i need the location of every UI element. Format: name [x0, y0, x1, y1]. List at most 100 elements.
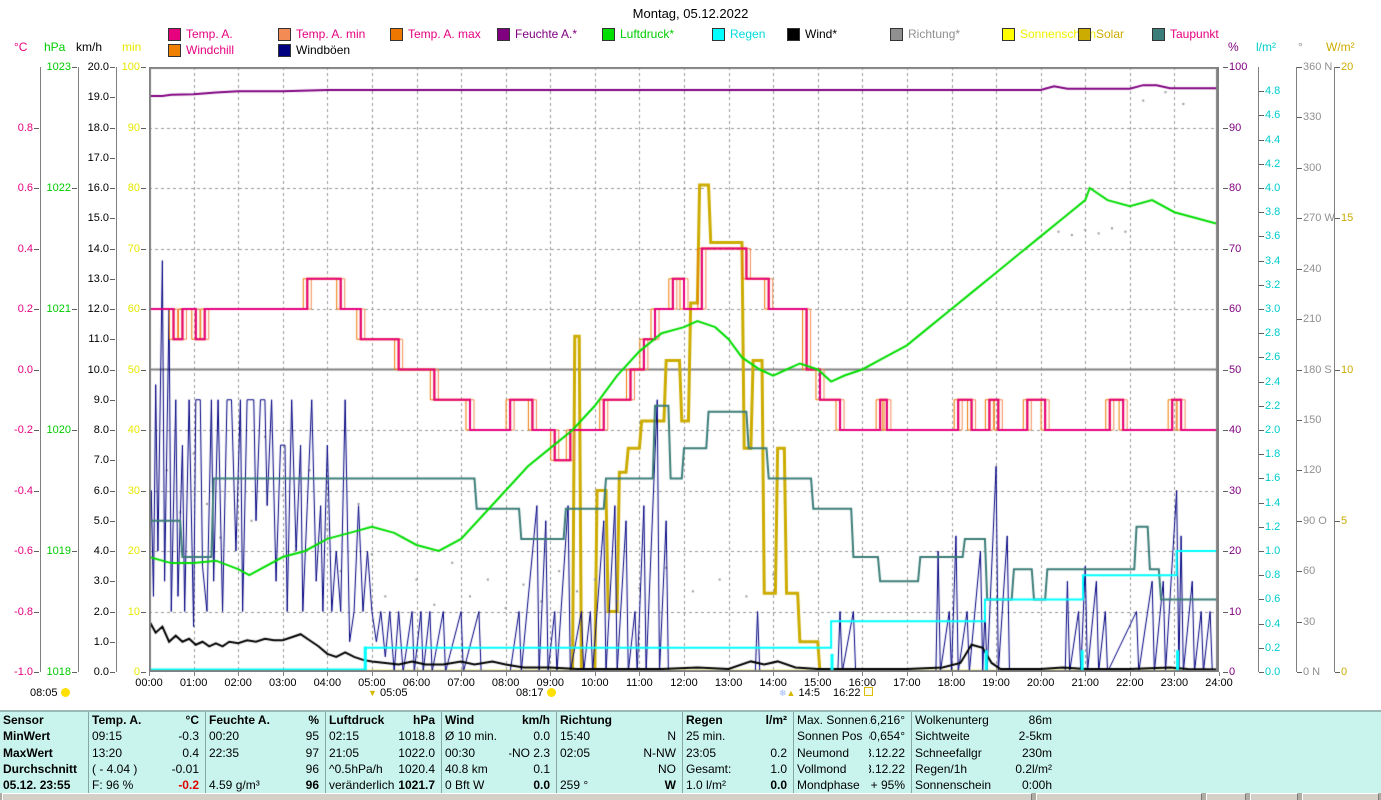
humidity-axis-tick [1223, 430, 1228, 431]
wind-axis-label: 7.0 [93, 454, 109, 467]
legend-label: Windböen [296, 43, 351, 57]
rain-axis-label: 2.0 [1265, 424, 1281, 436]
temp-axis-label: -0.8 [14, 605, 33, 618]
table-cell: 0.1 [533, 761, 550, 776]
solar-axis-label: 20 [1341, 61, 1354, 73]
direction-axis-tick [1297, 621, 1302, 623]
rain-axis-tick [1259, 357, 1264, 359]
table-cell: -0.2 [178, 777, 199, 792]
rain-axis-tick [1259, 284, 1264, 286]
direction-axis-tick [1297, 520, 1302, 522]
rain-axis-tick [1259, 672, 1264, 673]
rain-axis-tick [1259, 260, 1264, 262]
snowflake-icon: ❄ [779, 688, 787, 698]
wind-axis-label: 9.0 [93, 393, 109, 406]
pressure-axis-tick [72, 67, 77, 68]
x-axis-tick [461, 672, 463, 676]
wind-axis-label: 6.0 [93, 484, 109, 497]
temp-axis-label: 0.2 [17, 303, 33, 315]
x-axis-label: 02:00 [224, 677, 252, 689]
x-axis-tick [193, 672, 195, 676]
axis-caption-w-m: W/m² [1326, 40, 1355, 54]
temp-axis-label: 0.0 [17, 363, 33, 376]
pressure-axis-tick [72, 430, 77, 431]
rain-axis-label: 0.4 [1265, 617, 1281, 630]
rain-axis-tick [1259, 599, 1264, 601]
legend-item-windb-en: Windböen [278, 43, 350, 57]
rain-axis-label: 2.2 [1265, 399, 1281, 412]
legend-label: Temp. A. [186, 27, 233, 41]
rain-axis-tick [1259, 212, 1264, 214]
table-cell: 1021.7 [398, 777, 435, 792]
direction-axis-label: 60 [1303, 565, 1316, 578]
table-cell: 23.12.22 [869, 745, 905, 760]
rain-axis-label: 4.6 [1265, 109, 1281, 122]
temp-axis-tick [34, 188, 39, 189]
table-cell: 1020.4 [398, 761, 435, 776]
x-axis-tick [371, 672, 373, 676]
table-cell: 0.0 [533, 729, 550, 744]
axis-caption-min: min [122, 40, 142, 54]
pressure-axis-label: 1021 [46, 303, 71, 315]
wind-axis-tick [110, 430, 115, 431]
direction-axis-tick [1297, 117, 1302, 119]
wind-axis-label: 8.0 [93, 424, 109, 436]
humidity-axis-label: 10 [1229, 605, 1242, 618]
time-marker-16-22: 16:22 [833, 687, 873, 699]
legend-swatch-solar [1078, 27, 1091, 41]
solar-axis-label: 0 [1341, 666, 1348, 678]
solar-axis-tick [1335, 218, 1340, 220]
wind-axis-label: 12.0 [87, 303, 109, 315]
legend-item-luftdruck: Luftdruck* [602, 27, 674, 41]
axis-caption-: ° [1298, 40, 1303, 54]
up-arrow-icon: ▲ [786, 688, 796, 698]
rain-axis-label: 1.6 [1265, 472, 1281, 485]
x-axis-tick [550, 672, 552, 676]
rain-axis-tick [1259, 405, 1264, 407]
legend-swatch-feuchte-a [497, 27, 510, 41]
temp-axis-tick [34, 430, 39, 431]
table-cell: 86m [1028, 713, 1052, 728]
x-axis-label: 23:00 [1160, 677, 1189, 689]
table-cell: N-NW [643, 745, 676, 760]
table-cell: km/h [521, 713, 550, 728]
humidity-axis-tick [1223, 611, 1228, 613]
x-axis-tick [906, 672, 908, 676]
wind-axis-label: 3.0 [93, 575, 109, 588]
table-cell: Mondphase [793, 776, 869, 794]
table-cell: -0.3 [178, 729, 199, 744]
solar-axis-label: 15 [1341, 212, 1354, 225]
axis-caption-: % [1228, 40, 1239, 54]
sunshine-axis-tick [141, 67, 146, 68]
time-marker-label: 16:22 [833, 687, 861, 699]
rain-axis-label: 2.4 [1265, 375, 1281, 388]
humidity-axis-tick [1223, 248, 1228, 250]
rain-axis-label: 0.0 [1265, 666, 1281, 678]
legend-item-feuchte-a: Feuchte A.* [497, 27, 577, 41]
wind-axis-label: 11.0 [88, 333, 109, 346]
table-cell: Vollmond [793, 760, 869, 777]
rain-axis-label: 3.4 [1265, 254, 1281, 267]
rain-axis-label: 1.8 [1265, 448, 1281, 461]
table-cell: 2-5km [1018, 729, 1052, 744]
wind-axis-label: 16.0 [87, 182, 109, 194]
legend-swatch-luftdruck [602, 27, 615, 41]
direction-axis-label: 120 [1303, 464, 1322, 477]
legend-label: Wind* [805, 27, 838, 41]
table-cell: 02:15 [325, 728, 395, 745]
table-cell: 1.0 l/m² [682, 776, 748, 794]
direction-axis-label: 240 [1303, 262, 1322, 275]
solar-axis-tick [1335, 67, 1340, 68]
legend-swatch-regen [712, 27, 725, 41]
sunshine-axis-label: 30 [127, 484, 140, 497]
humidity-axis-label: 100 [1229, 61, 1248, 73]
rain-axis-tick [1259, 551, 1264, 552]
status-bar-segment-2 [1206, 793, 1246, 800]
solar-axis-tick [1335, 369, 1340, 371]
rain-axis-tick [1259, 163, 1264, 165]
legend-swatch-windb-en [278, 43, 291, 57]
legend-swatch-windchill [168, 43, 181, 57]
temp-axis-tick [34, 248, 39, 250]
direction-axis-label: 330 [1303, 111, 1322, 124]
rain-axis-label: 3.0 [1265, 303, 1281, 315]
